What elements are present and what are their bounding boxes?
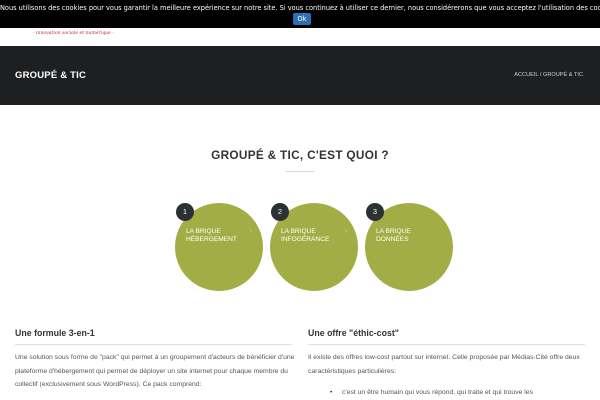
step-number-badge: 2 (271, 203, 289, 221)
step-number-badge: 3 (366, 203, 384, 221)
left-column-divider (15, 344, 292, 345)
chevron-right-icon: › (344, 226, 348, 237)
breadcrumb-current: GROUPÉ & TIC (543, 72, 583, 78)
step-label: La brique données (376, 228, 411, 243)
step-number-badge: 1 (176, 203, 194, 221)
site-tagline: - innovation sociale et numérique - (33, 31, 114, 36)
breadcrumb: ACCUEIL / GROUPÉ & TIC (514, 72, 583, 78)
left-column-text: Une solution sous forme de "pack" qui pe… (15, 354, 295, 389)
chevron-right-icon: › (249, 226, 253, 237)
page-title-band: GROUPÉ & TIC ACCUEIL / GROUPÉ & TIC (0, 46, 600, 105)
section-heading: GROUPÉ & TIC, C'EST QUOI ? (211, 148, 389, 162)
breadcrumb-home-link[interactable]: ACCUEIL (514, 72, 538, 78)
step-donnees[interactable]: La brique données 3 (365, 203, 453, 291)
right-column-divider (308, 344, 585, 345)
right-column-title: Une offre "éthic-cost" (308, 328, 399, 338)
page-title: GROUPÉ & TIC (15, 70, 87, 81)
breadcrumb-separator: / (539, 72, 542, 78)
cookie-banner: Nous utilisons des cookies pour vous gar… (0, 0, 600, 28)
step-hebergement[interactable]: La brique hébergement 1 (175, 203, 263, 291)
cookie-message: Nous utilisons des cookies pour vous gar… (0, 4, 600, 12)
left-column-title: Une formule 3-en-1 (15, 328, 95, 338)
heading-divider (286, 171, 314, 172)
step-infogerance[interactable]: La brique infogérance 2 (270, 203, 358, 291)
right-column-text: Il existe des offres low-cost partout su… (308, 354, 580, 375)
list-item: c'est un être humain qui vous répond, qu… (330, 386, 585, 400)
feature-list: c'est un être humain qui vous répond, qu… (330, 386, 585, 400)
cookie-accept-button[interactable]: Ok (293, 13, 311, 25)
